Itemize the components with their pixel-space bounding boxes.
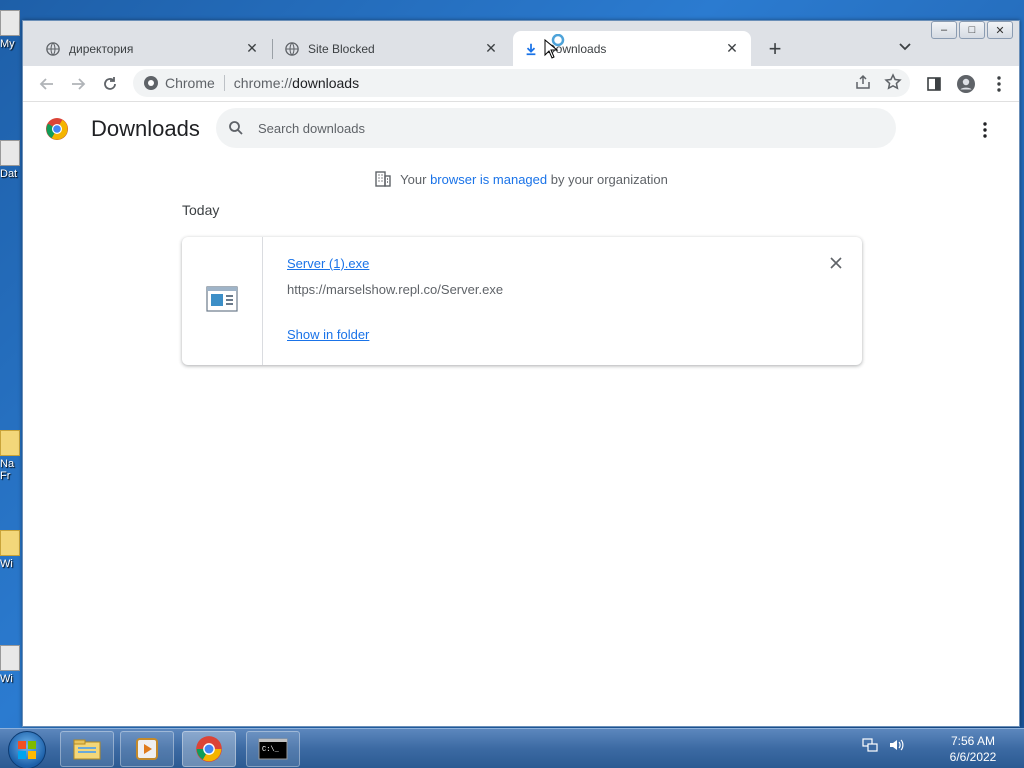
cmd-icon: C:\_ bbox=[258, 738, 288, 760]
taskbar-chrome[interactable] bbox=[182, 731, 236, 767]
remove-download-close-icon[interactable] bbox=[828, 255, 844, 271]
download-file-name-link[interactable]: Server (1).exe bbox=[287, 256, 369, 271]
close-icon[interactable]: ✕ bbox=[243, 40, 261, 58]
browser-toolbar: Chrome chrome://downloads bbox=[23, 66, 1019, 102]
mouse-cursor-icon bbox=[543, 33, 567, 65]
site-info-chip[interactable]: Chrome bbox=[133, 75, 215, 91]
downloads-page: Downloads Your browser is managed by you… bbox=[23, 102, 1019, 726]
windows-taskbar: C:\_ 7:56 AM 6/6/2022 bbox=[0, 728, 1024, 768]
close-window-button[interactable]: ✕ bbox=[987, 21, 1013, 39]
system-tray bbox=[862, 737, 904, 758]
browser-managed-link[interactable]: browser is managed bbox=[430, 172, 547, 187]
taskbar-clock[interactable]: 7:56 AM 6/6/2022 bbox=[930, 733, 1016, 765]
volume-icon[interactable] bbox=[888, 737, 904, 758]
network-icon[interactable] bbox=[862, 737, 878, 758]
download-item-details: Server (1).exe https://marselshow.repl.c… bbox=[263, 237, 862, 365]
chrome-window: директория ✕ Site Blocked ✕ Downloads ✕ … bbox=[22, 20, 1020, 727]
profile-avatar-icon[interactable] bbox=[952, 70, 980, 98]
windows-logo-icon bbox=[18, 741, 36, 759]
reload-icon bbox=[104, 77, 116, 90]
explorer-icon bbox=[73, 739, 101, 760]
managed-notice: Your browser is managed by your organiza… bbox=[23, 170, 1019, 188]
reload-button[interactable] bbox=[96, 70, 124, 98]
side-panel-icon[interactable] bbox=[920, 70, 948, 98]
new-tab-button[interactable]: + bbox=[761, 35, 789, 63]
globe-icon bbox=[284, 41, 300, 57]
clock-date: 6/6/2022 bbox=[949, 750, 997, 764]
desktop-icon-my-computer[interactable]: My bbox=[0, 10, 22, 50]
desktop-icon-folder-1[interactable]: Na Fr bbox=[0, 430, 22, 482]
maximize-button[interactable]: □ bbox=[959, 21, 985, 39]
computer-icon bbox=[0, 10, 20, 36]
tab-directory[interactable]: директория ✕ bbox=[35, 31, 271, 66]
tab-title: Site Blocked bbox=[308, 41, 375, 56]
close-icon[interactable]: ✕ bbox=[723, 40, 741, 58]
download-item-card: Server (1).exe https://marselshow.repl.c… bbox=[182, 237, 862, 365]
window-controls: – □ ✕ bbox=[929, 21, 1013, 39]
chrome-icon bbox=[196, 736, 222, 762]
bookmark-star-icon[interactable] bbox=[884, 73, 902, 94]
back-button[interactable] bbox=[33, 70, 61, 98]
show-in-folder-link[interactable]: Show in folder bbox=[287, 327, 369, 342]
page-title: Downloads bbox=[91, 116, 200, 141]
chrome-logo-icon bbox=[45, 117, 69, 141]
share-icon[interactable] bbox=[854, 73, 872, 94]
back-arrow-icon bbox=[39, 78, 53, 90]
folder-icon bbox=[0, 430, 20, 456]
building-icon bbox=[374, 170, 392, 188]
download-icon bbox=[523, 41, 539, 57]
close-icon[interactable]: ✕ bbox=[482, 40, 500, 58]
forward-button[interactable] bbox=[64, 70, 92, 98]
tab-site-blocked[interactable]: Site Blocked ✕ bbox=[274, 31, 510, 66]
file-icon bbox=[0, 140, 20, 166]
minimize-button[interactable]: – bbox=[931, 21, 957, 39]
downloads-header: Downloads bbox=[23, 102, 1019, 158]
tab-title: директория bbox=[69, 41, 134, 56]
svg-text:C:\_: C:\_ bbox=[262, 746, 280, 754]
taskbar-explorer[interactable] bbox=[60, 731, 114, 767]
tab-title: Downloads bbox=[547, 41, 607, 56]
taskbar-cmd[interactable]: C:\_ bbox=[246, 731, 300, 767]
start-button[interactable] bbox=[8, 731, 46, 768]
taskbar-media-player[interactable] bbox=[120, 731, 174, 767]
globe-icon bbox=[45, 41, 61, 57]
file-icon-column bbox=[182, 237, 263, 365]
media-player-icon bbox=[136, 738, 158, 760]
url-text: chrome://downloads bbox=[233, 75, 360, 91]
forward-arrow-icon bbox=[72, 78, 86, 90]
folder-icon bbox=[0, 530, 20, 556]
chrome-icon bbox=[144, 76, 158, 90]
desktop-icon-file[interactable]: Wi bbox=[0, 645, 22, 685]
exe-file-icon bbox=[206, 285, 238, 318]
search-downloads-box[interactable] bbox=[216, 108, 896, 148]
chevron-down-icon[interactable] bbox=[893, 35, 917, 59]
downloads-menu-icon[interactable] bbox=[973, 118, 997, 142]
tab-strip: директория ✕ Site Blocked ✕ Downloads ✕ … bbox=[23, 21, 1019, 66]
date-section-header: Today bbox=[182, 202, 220, 218]
clock-time: 7:56 AM bbox=[950, 734, 996, 748]
search-icon bbox=[229, 121, 243, 135]
desktop-icon-folder-2[interactable]: Wi bbox=[0, 530, 22, 570]
more-menu-icon[interactable] bbox=[985, 70, 1013, 98]
desktop-icon-data[interactable]: Dat bbox=[0, 140, 22, 180]
file-icon bbox=[0, 645, 20, 671]
download-source-url: https://marselshow.repl.co/Server.exe bbox=[287, 282, 504, 297]
search-input[interactable] bbox=[258, 120, 858, 136]
address-bar[interactable]: Chrome chrome://downloads bbox=[133, 69, 910, 97]
